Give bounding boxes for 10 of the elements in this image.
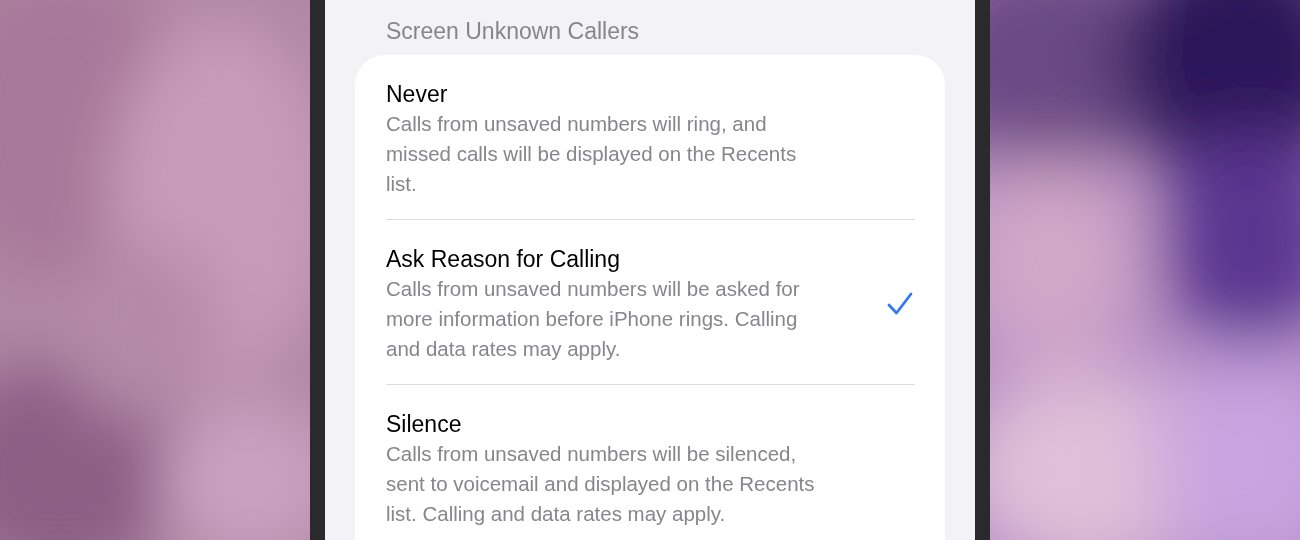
option-title: Ask Reason for Calling [386, 245, 621, 274]
option-description: Calls from unsaved numbers will be silenced, sent to voicemail and displayed on the Recents list. Calling and data rates may apply. [386, 441, 816, 527]
option-title: Silence [386, 410, 463, 439]
section-header: Screen Unknown Callers [385, 17, 641, 45]
option-row[interactable]: Ask Reason for Calling Calls from unsaved numbers will be asked for more information before iPhone rings. Calling and data rates may apply. [386, 220, 915, 384]
option-description: Calls from unsaved numbers will be asked for more information before iPhone rings. Calling and data rates may apply. [386, 276, 801, 362]
option-row[interactable]: Silence Calls from unsaved numbers will be silenced, sent to voicemail and displayed on the Recents list. Calling and data rates may apply. [386, 385, 915, 540]
option-description: Calls from unsaved numbers will ring, and missed calls will be displayed on the Recents list. [386, 111, 798, 197]
option-title: Never [386, 80, 449, 109]
option-row[interactable]: Never Calls from unsaved numbers will ring, and missed calls will be displayed on the Recents list. [386, 55, 915, 219]
